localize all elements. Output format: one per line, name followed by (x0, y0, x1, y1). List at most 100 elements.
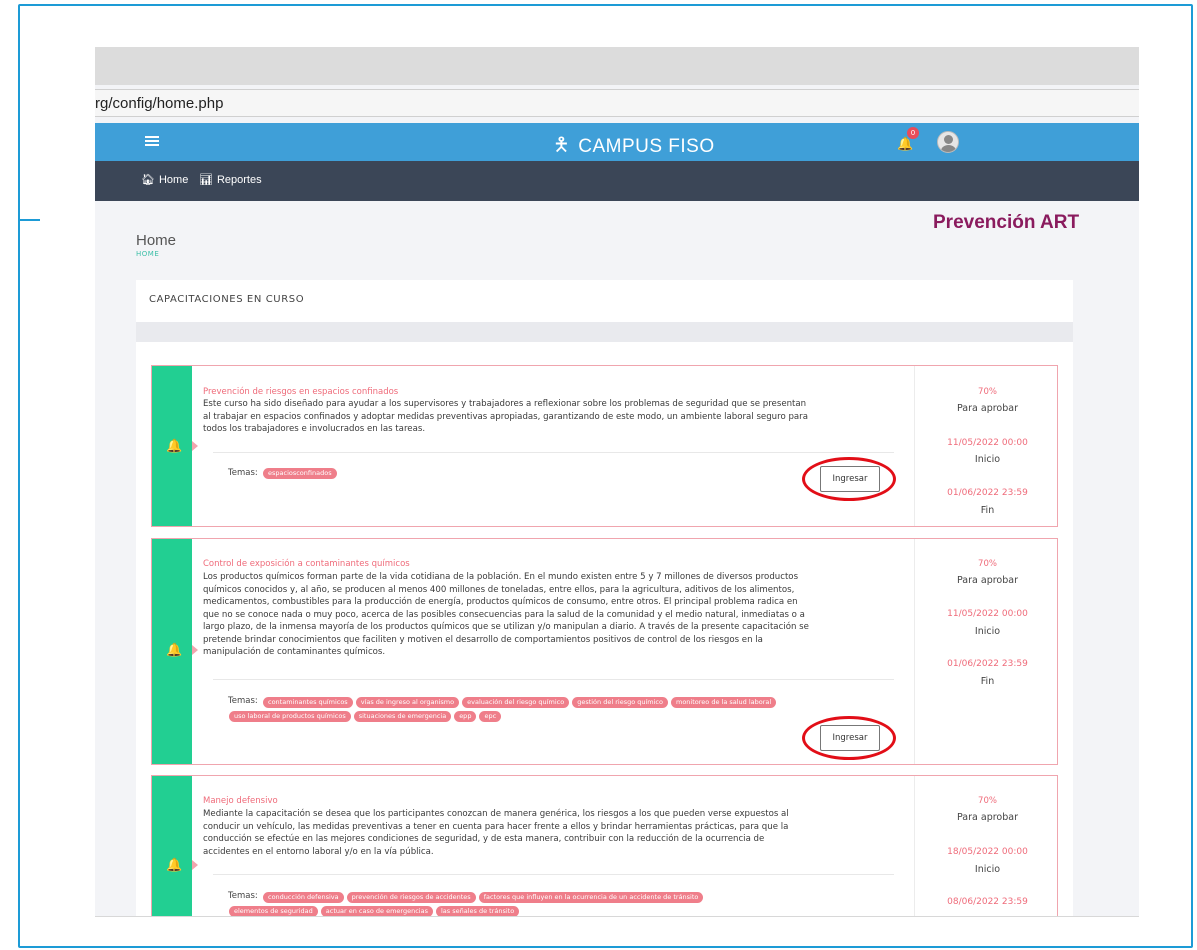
highlight-ring (802, 457, 896, 501)
temas-label: Temas: (228, 468, 258, 478)
topic-tag[interactable]: prevención de riesgos de accidentes (346, 892, 476, 903)
description-line: pretende brindar conocimientos que facil… (203, 634, 763, 645)
section-title: CAPACITACIONES EN CURSO (149, 294, 305, 305)
start-label: Inicio (974, 864, 1001, 875)
description-line: accidentes en el entorno laboral y/o en … (203, 846, 434, 857)
approval-percent: 70% (978, 387, 997, 397)
bell-icon: 🔔 (166, 643, 183, 658)
tag-row: espaciosconfinados (263, 468, 337, 479)
topic-tag[interactable]: situaciones de emergencia (353, 711, 452, 722)
end-label: Fin (980, 676, 995, 687)
notification-badge: 0 (907, 127, 919, 139)
course-meta: 70% Para aprobar 11/05/2022 00:00 Inicio… (914, 539, 1059, 764)
approval-percent: 70% (978, 559, 997, 569)
breadcrumb[interactable]: HOME (136, 250, 159, 258)
prevencion-art-logo: Prevención ART (933, 212, 1080, 233)
home-icon: 🏠︎ (141, 174, 155, 186)
nav-label: Reportes (216, 173, 262, 186)
end-date: 01/06/2022 23:59 (947, 488, 1028, 498)
course-status-bar: 🔔 (152, 366, 198, 526)
bell-icon: 🔔 (166, 439, 183, 454)
person-icon: 🯅 (553, 135, 571, 156)
topic-tag[interactable]: elementos de seguridad (229, 906, 318, 916)
start-date: 18/05/2022 00:00 (947, 847, 1028, 857)
tag-row: contaminantes químicos vías de ingreso a… (263, 697, 777, 708)
tag-row: uso laboral de productos químicos situac… (229, 711, 502, 722)
top-bar: 🯅 CAMPUS FISO 🔔 0 (95, 123, 1139, 161)
brand-name: CAMPUS FISO (578, 136, 715, 157)
course-description: Los productos químicos forman parte de l… (203, 571, 909, 659)
description-line: largo plazo, de la inmensa mayoría de lo… (203, 622, 809, 632)
description-line: Los productos químicos forman parte de l… (203, 572, 799, 582)
end-date: 01/06/2022 23:59 (947, 659, 1028, 669)
topic-tag[interactable]: vías de ingreso al organismo (355, 697, 460, 708)
course-status-bar: 🔔 (152, 539, 198, 764)
description-line: químicos conocidos y, al año, se produce… (203, 584, 795, 595)
topic-tag[interactable]: conducción defensiva (263, 892, 344, 903)
approval-label: Para aprobar (957, 403, 1018, 414)
start-date: 11/05/2022 00:00 (947, 609, 1028, 619)
section-subheader (136, 322, 1073, 342)
topic-tag[interactable]: espaciosconfinados (263, 468, 337, 479)
browser-tab-strip (95, 47, 1139, 85)
description-line: Este curso ha sido diseñado para ayudar … (203, 399, 807, 409)
topic-tag[interactable]: factores que influyen en la ocurrencia d… (478, 892, 704, 903)
course-meta: 70% Para aprobar 18/05/2022 00:00 Inicio… (914, 776, 1059, 916)
bar-chart-icon: 📊︎ (199, 174, 213, 186)
topic-tag[interactable]: evaluación del riesgo químico (462, 697, 570, 708)
temas-label: Temas: (228, 891, 258, 901)
address-text: rg/config/home.php (95, 95, 224, 112)
description-line: conducción se efectúe en las mejores con… (203, 834, 765, 844)
course-description: Este curso ha sido diseñado para ayudar … (203, 398, 909, 436)
course-description: Mediante la capacitación se desea que lo… (203, 808, 909, 858)
topic-tag[interactable]: epc (479, 711, 502, 722)
topic-tag[interactable]: monitoreo de la salud laboral (671, 697, 777, 708)
highlight-ring (802, 716, 896, 760)
divider (213, 874, 894, 875)
approval-percent: 70% (978, 796, 997, 806)
course-title[interactable]: Prevención de riesgos en espacios confin… (203, 387, 398, 397)
end-label: Fin (980, 505, 995, 516)
course-title[interactable]: Manejo defensivo (203, 796, 278, 806)
description-line: manipulación de contaminantes químicos. (203, 647, 386, 657)
course-card: 🔔 Manejo defensivo Mediante la capacitac… (151, 775, 1059, 916)
pointer-arrow (192, 645, 198, 655)
topic-tag[interactable]: actuar en caso de emergencias (320, 906, 433, 916)
nav-item-reportes[interactable]: 📊︎ Reportes (199, 173, 262, 187)
nav-item-home[interactable]: 🏠︎ Home (141, 173, 189, 187)
bell-icon: 🔔 (166, 858, 183, 873)
description-line: al trabajar en espacios confinados y ado… (203, 411, 808, 422)
course-card: 🔔 Prevención de riesgos en espacios conf… (151, 365, 1058, 527)
tag-row: elementos de seguridad actuar en caso de… (229, 906, 520, 916)
divider (213, 679, 894, 680)
description-line: todos los trabajadores e involucrados en… (203, 424, 426, 434)
bell-icon: 🔔 (897, 137, 914, 152)
description-line: que no se conoce nada o muy poco, acerca… (203, 609, 805, 620)
course-status-bar: 🔔 (152, 776, 198, 916)
avatar[interactable] (937, 131, 959, 153)
page-title: Home (136, 232, 177, 249)
course-card: 🔔 Control de exposición a contaminantes … (151, 538, 1058, 765)
menu-toggle-icon[interactable] (145, 136, 159, 147)
browser-screenshot: rg/config/home.php 🯅 CAMPUS FISO 🔔 0 🏠︎ … (95, 47, 1139, 917)
topic-tag[interactable]: gestión del riesgo químico (572, 697, 668, 708)
topic-tag[interactable]: las señales de tránsito (435, 906, 520, 916)
start-date: 11/05/2022 00:00 (947, 438, 1028, 448)
nav-label: Home (158, 173, 189, 186)
course-meta: 70% Para aprobar 11/05/2022 00:00 Inicio… (914, 366, 1059, 526)
nav-bar: 🏠︎ Home 📊︎ Reportes (95, 161, 1139, 201)
approval-label: Para aprobar (957, 575, 1018, 586)
address-bar[interactable]: rg/config/home.php (95, 89, 1139, 117)
topic-tag[interactable]: uso laboral de productos químicos (229, 711, 351, 722)
description-line: medicamentos, combustibles para la produ… (203, 597, 798, 607)
notifications-button[interactable]: 🔔 0 (897, 127, 919, 153)
topic-tag[interactable]: epp (454, 711, 477, 722)
course-title[interactable]: Control de exposición a contaminantes qu… (203, 559, 410, 569)
section-header: CAPACITACIONES EN CURSO (136, 280, 1073, 322)
pointer-arrow (192, 860, 198, 870)
temas-label: Temas: (228, 696, 258, 706)
description-line: Mediante la capacitación se desea que lo… (203, 809, 789, 819)
brand[interactable]: 🯅 CAMPUS FISO (553, 131, 715, 163)
approval-label: Para aprobar (957, 812, 1018, 823)
topic-tag[interactable]: contaminantes químicos (263, 697, 353, 708)
